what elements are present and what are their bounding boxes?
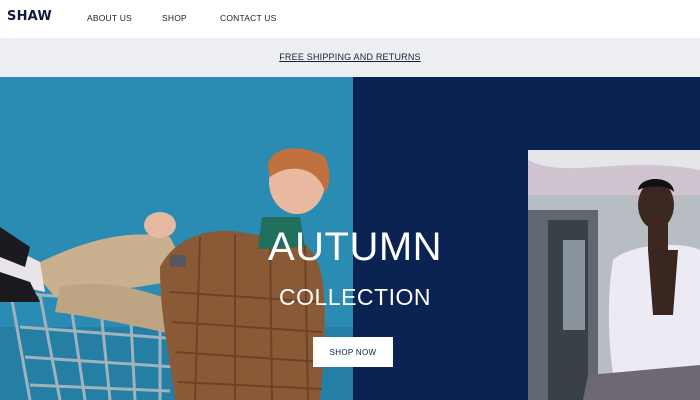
shop-now-button[interactable]: SHOP NOW xyxy=(313,337,393,367)
announcement-bar: FREE SHIPPING AND RETURNS xyxy=(0,38,700,77)
site-header: SHAW ABOUT US SHOP CONTACT US xyxy=(0,0,700,38)
free-shipping-link[interactable]: FREE SHIPPING AND RETURNS xyxy=(0,52,700,62)
brand-logo[interactable]: SHAW xyxy=(7,9,52,24)
hero-title: AUTUMN xyxy=(267,225,443,269)
nav-link-about-us[interactable]: ABOUT US xyxy=(87,13,132,23)
nav-link-contact-us[interactable]: CONTACT US xyxy=(220,13,276,23)
model-portrait-image xyxy=(528,150,700,400)
nav-link-shop[interactable]: SHOP xyxy=(162,13,187,23)
model-portrait-photo xyxy=(528,150,700,400)
hero-subtitle: COLLECTION xyxy=(279,284,431,310)
